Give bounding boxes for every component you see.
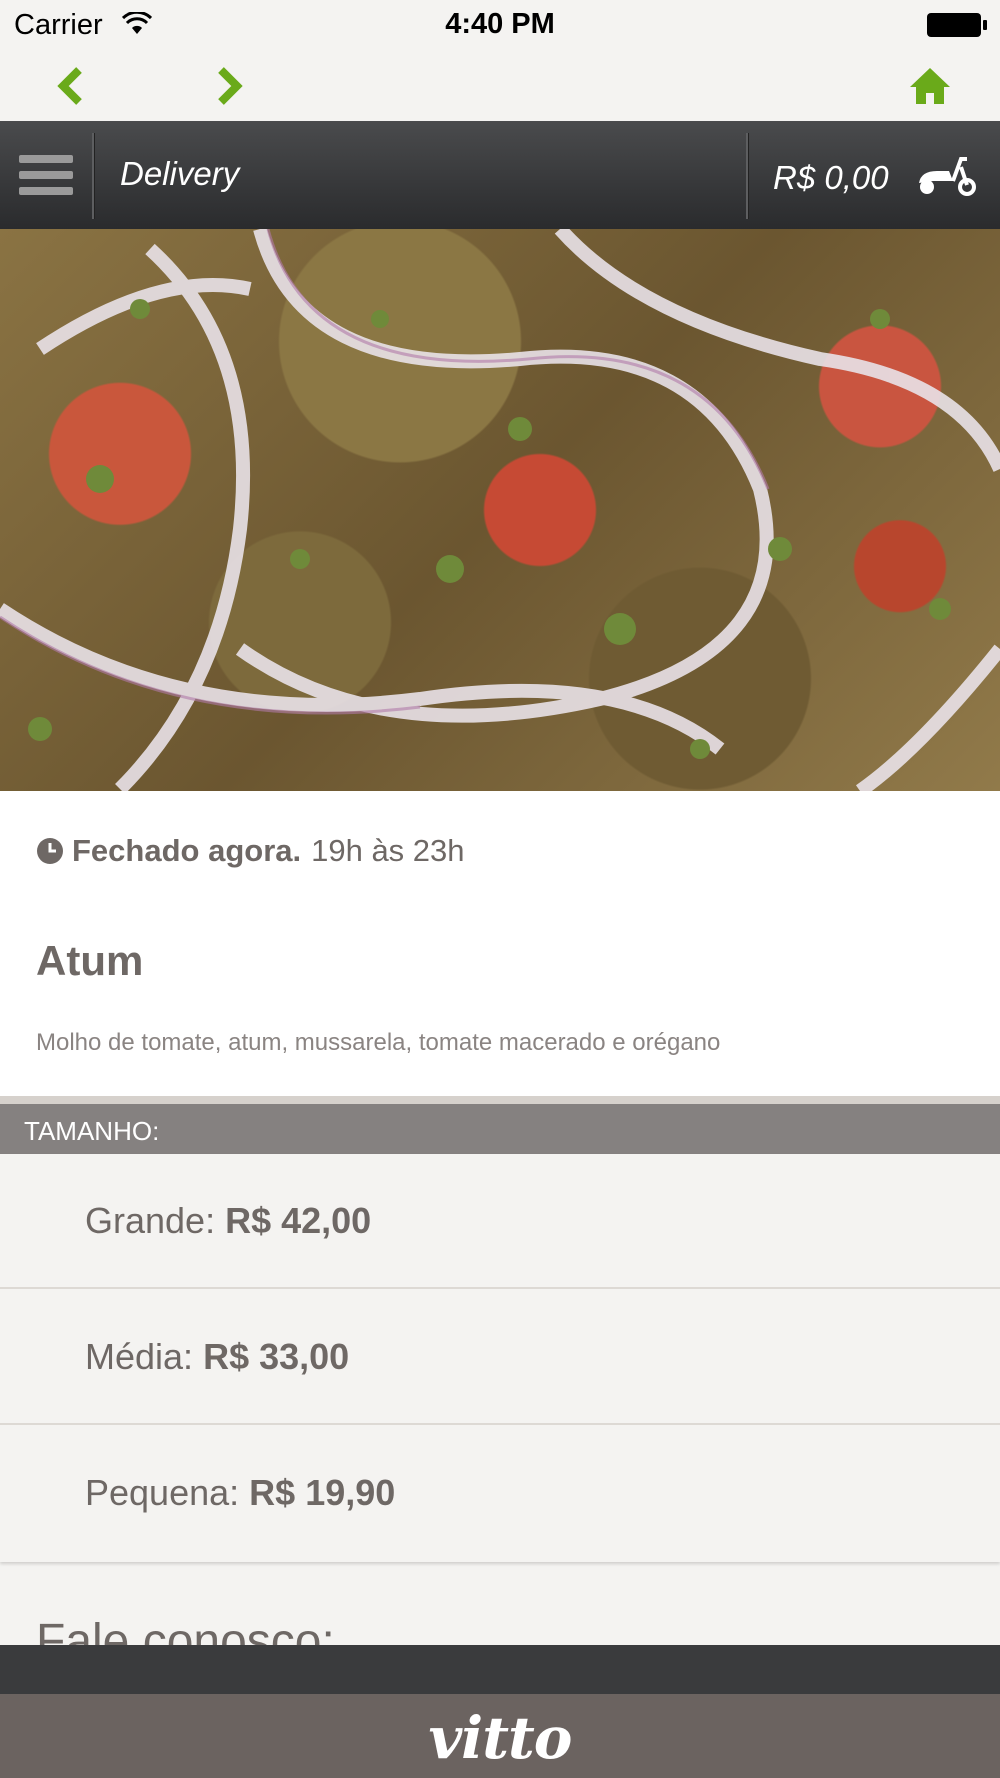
size-label: Grande: <box>85 1200 216 1241</box>
clock-icon <box>37 838 63 864</box>
size-option-text: Grande: R$ 42,00 <box>85 1200 371 1242</box>
size-price: R$ 42,00 <box>225 1200 372 1241</box>
cart-total[interactable]: R$ 0,00 <box>773 159 889 197</box>
chevron-left-icon <box>57 67 82 105</box>
section-divider <box>0 1096 1000 1104</box>
size-price: R$ 19,90 <box>249 1472 396 1513</box>
product-name: Atum <box>36 937 144 984</box>
menu-button[interactable] <box>0 121 92 229</box>
header-divider <box>92 133 95 219</box>
size-header-label: TAMANHO: <box>24 1116 160 1146</box>
product-description: Molho de tomate, atum, mussarela, tomate… <box>36 1029 721 1056</box>
size-label: Pequena: <box>85 1472 240 1513</box>
size-option-text: Média: R$ 33,00 <box>85 1336 349 1378</box>
size-section-header: TAMANHO: <box>0 1104 1000 1154</box>
home-button[interactable] <box>902 58 958 114</box>
hours-range: 19h às 23h <box>311 833 465 868</box>
app-header: Delivery R$ 0,00 <box>0 121 1000 229</box>
header-divider <box>746 133 749 219</box>
size-option-media[interactable]: Média: R$ 33,00 <box>0 1290 1000 1425</box>
size-option-text: Pequena: R$ 19,90 <box>85 1472 395 1514</box>
header-title: Delivery <box>120 155 240 192</box>
product-info: Fechado agora. 19h às 23h Atum Molho de … <box>0 791 1000 1096</box>
size-option-pequena[interactable]: Pequena: R$ 19,90 <box>0 1426 1000 1561</box>
footer: vitto <box>0 1694 1000 1778</box>
product-image <box>0 229 1000 791</box>
browser-nav <box>0 50 1000 121</box>
pizza-photo <box>0 229 1000 791</box>
scooter-icon[interactable] <box>915 153 977 197</box>
size-options: Grande: R$ 42,00 Média: R$ 33,00 Pequena… <box>0 1154 1000 1562</box>
hours-status: Fechado agora. <box>72 833 302 868</box>
forward-button[interactable] <box>202 58 258 114</box>
home-icon <box>910 68 950 104</box>
size-option-grande[interactable]: Grande: R$ 42,00 <box>0 1154 1000 1289</box>
status-bar: Carrier 4:40 PM <box>0 0 1000 50</box>
battery-icon <box>927 13 987 37</box>
size-price: R$ 33,00 <box>203 1336 350 1377</box>
hamburger-icon <box>19 147 73 203</box>
brand-logo[interactable]: vitto <box>0 1704 1000 1772</box>
opening-hours: Fechado agora. 19h às 23h <box>36 833 465 869</box>
status-time: 4:40 PM <box>445 8 555 40</box>
back-button[interactable] <box>42 58 98 114</box>
size-label: Média: <box>85 1336 194 1377</box>
bottom-bar <box>0 1645 1000 1694</box>
chevron-right-icon <box>218 67 243 105</box>
